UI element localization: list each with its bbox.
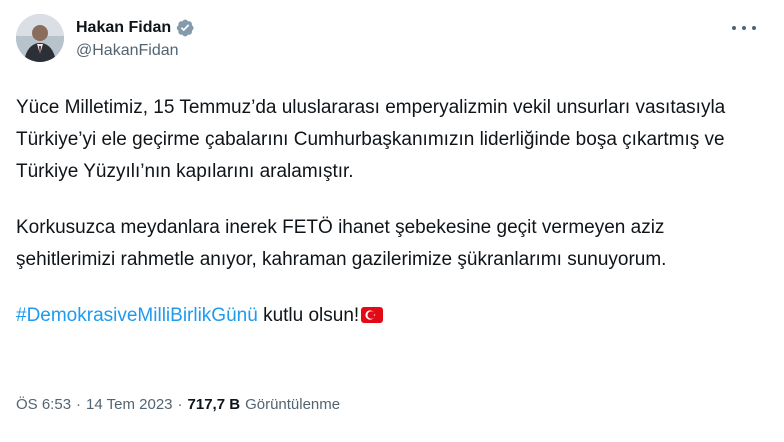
views-label: Görüntülenme [245, 396, 341, 413]
tweet-paragraph-2: Korkusuzca meydanlara inerek FETÖ ihanet… [16, 217, 667, 270]
tweet-text: Yüce Milletimiz, 15 Temmuz’da uluslarara… [16, 92, 756, 359]
handle[interactable]: @HakanFidan [76, 41, 195, 61]
verified-badge-icon[interactable] [175, 18, 195, 38]
avatar[interactable] [16, 14, 64, 62]
tweet-paragraph-3: #DemokrasiveMilliBirlikGünü kutlu olsun! [16, 300, 756, 335]
tail-text: kutlu olsun! [257, 305, 360, 326]
author-block: Hakan Fidan @HakanFidan [76, 18, 195, 61]
tweet-card: Hakan Fidan @HakanFidan Yüce Milletimiz,… [0, 0, 784, 442]
timestamp-time[interactable]: ÖS 6:53 [16, 396, 71, 413]
tweet-meta: ÖS 6:53 · 14 Tem 2023 · 717,7 B Görüntül… [16, 396, 340, 413]
views-count[interactable]: 717,7 B [188, 396, 241, 413]
timestamp-date[interactable]: 14 Tem 2023 [86, 396, 172, 413]
separator: · [177, 396, 183, 413]
name-row: Hakan Fidan [76, 18, 195, 38]
separator: · [76, 396, 82, 413]
more-options-icon[interactable] [732, 20, 756, 36]
tweet-paragraph-1: Yüce Milletimiz, 15 Temmuz’da uluslarara… [16, 97, 726, 182]
turkey-flag-icon [361, 303, 384, 335]
hashtag-link[interactable]: #DemokrasiveMilliBirlikGünü [16, 305, 258, 326]
display-name[interactable]: Hakan Fidan [76, 18, 171, 38]
